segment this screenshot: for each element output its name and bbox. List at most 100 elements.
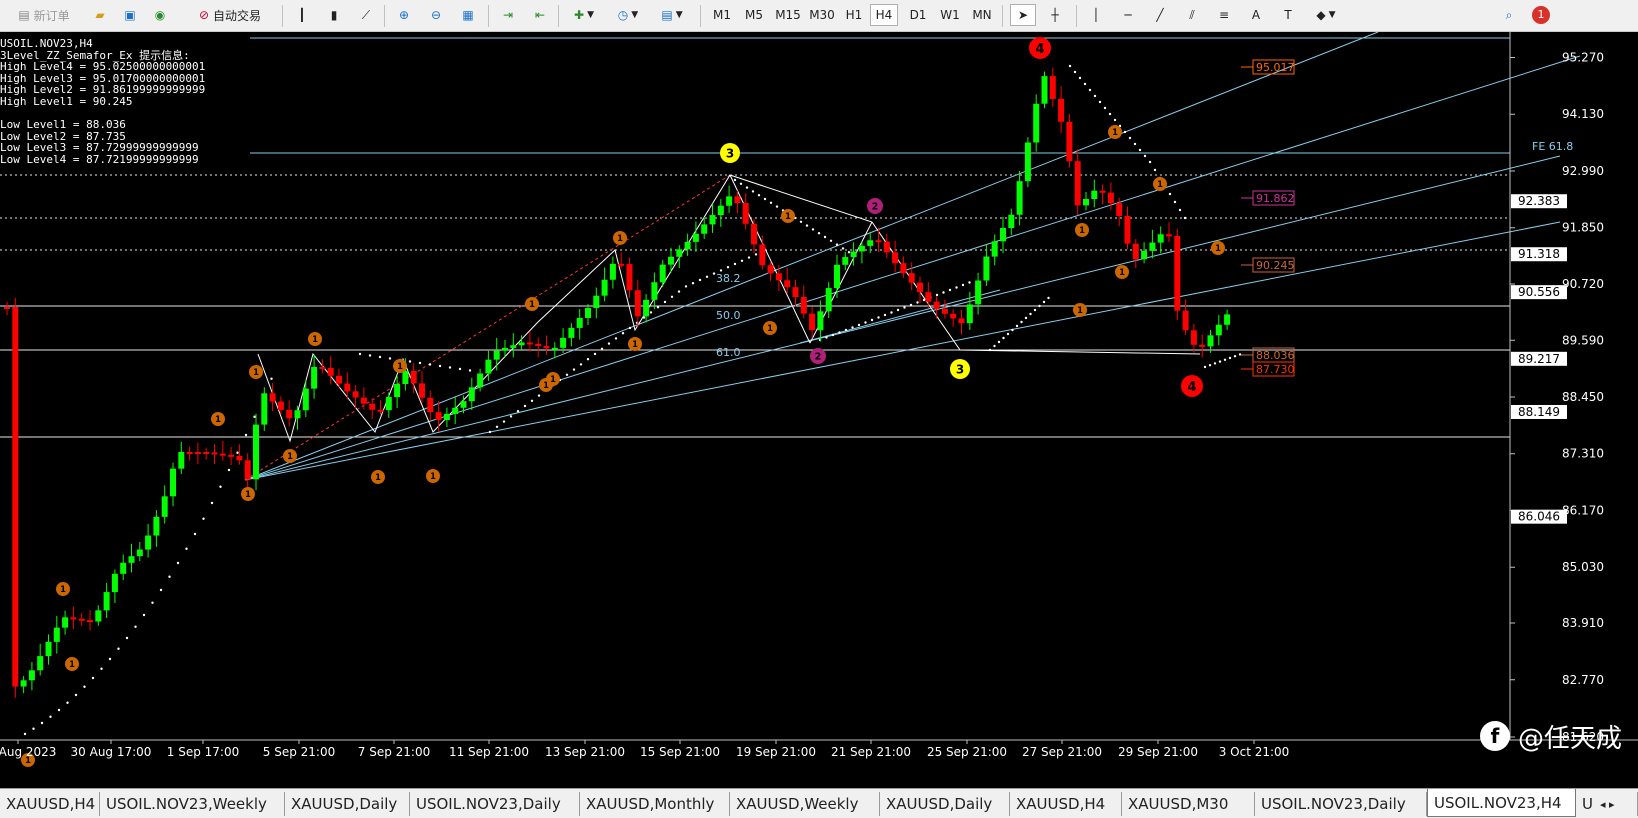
semafor-marker-1: 1 — [375, 472, 381, 482]
chart-shift-icon[interactable]: ⇤ — [528, 4, 552, 26]
chart-tab[interactable]: XAUUSD,Weekly — [730, 792, 880, 816]
signals-icon[interactable]: ◉ — [148, 4, 172, 26]
fib-label: 38.2 — [716, 272, 741, 285]
semafor-marker-1: 1 — [1112, 127, 1118, 137]
time-label: 3 Oct 21:00 — [1219, 745, 1290, 759]
toolbar: ▤ 新订单 ▰ ▣ ◉ ⊘ 自动交易 ┃ ▮ ⟋ ⊕ ⊖ ▦ ⇥ ⇤ ✚ ▼ ◷ ▼ ▤… — [0, 0, 1638, 32]
timeframe-mn[interactable]: MN — [968, 4, 996, 26]
chart-tab[interactable]: USOIL.NOV23,Daily — [1255, 792, 1427, 816]
horizontal-line-icon[interactable]: ─ — [1116, 4, 1140, 26]
autoscroll-icon[interactable]: ⇥ — [496, 4, 520, 26]
price-highlight: 89.217 — [1518, 352, 1560, 366]
semafor-marker-2: 2 — [815, 352, 822, 363]
high-level-1: High Level1 = 90.245 — [0, 94, 133, 108]
templates-dropdown[interactable]: ▤ ▼ — [654, 4, 690, 26]
indicators-dropdown[interactable]: ✚ ▼ — [566, 4, 602, 26]
line-chart-icon[interactable]: ⟋ — [354, 4, 378, 26]
price-highlight: 92.383 — [1518, 194, 1560, 208]
text-icon[interactable]: A — [1244, 4, 1268, 26]
time-label: 30 Aug 17:00 — [71, 745, 152, 759]
chart-tab[interactable]: USOIL.NOV23,H4 — [1427, 789, 1576, 817]
tab-scroll-arrows-icon[interactable]: ◂ ▸ — [1594, 792, 1638, 816]
zoom-out-icon[interactable]: ⊖ — [424, 4, 448, 26]
semafor-marker-3: 3 — [956, 363, 964, 377]
trendlines — [244, 32, 1581, 481]
level-box: 90.245 — [1256, 259, 1295, 272]
cursor-icon[interactable]: ➤ — [1010, 4, 1036, 26]
periods-dropdown[interactable]: ◷ ▼ — [610, 4, 646, 26]
semafor-marker-1: 1 — [550, 374, 556, 384]
tile-windows-icon[interactable]: ▦ — [456, 4, 480, 26]
price-label: 95.270 — [1562, 51, 1604, 65]
timeframe-m30[interactable]: M30 — [806, 4, 838, 26]
vertical-line-icon[interactable]: │ — [1084, 4, 1108, 26]
price-label: 87.310 — [1562, 447, 1604, 461]
fe-label: FE 61.8 — [1532, 140, 1573, 153]
crosshair-icon[interactable]: ┼ — [1042, 4, 1068, 26]
price-chart[interactable]: 111111111111111111111111223344 38.250.06… — [0, 32, 1638, 788]
watermark-logo-icon: f — [1480, 721, 1510, 751]
semafor-marker-1: 1 — [312, 334, 318, 344]
new-order-icon: ▤ — [18, 8, 30, 22]
timeframe-w1[interactable]: W1 — [936, 4, 964, 26]
time-label: 1 Sep 17:00 — [167, 745, 239, 759]
price-highlight: 86.046 — [1518, 510, 1560, 524]
zoom-in-icon[interactable]: ⊕ — [392, 4, 416, 26]
equidistant-channel-icon[interactable]: ⫽ — [1180, 4, 1204, 26]
search-icon[interactable]: ⌕ — [1496, 4, 1522, 26]
candlestick-icon[interactable]: ▮ — [322, 4, 346, 26]
timeframe-h1[interactable]: H1 — [840, 4, 868, 26]
timeframe-h4[interactable]: H4 — [870, 4, 898, 26]
timeframe-d1[interactable]: D1 — [904, 4, 932, 26]
timeframe-m15[interactable]: M15 — [772, 4, 804, 26]
chart-tab[interactable]: XAUUSD,Monthly — [580, 792, 730, 816]
chart-tab[interactable]: XAUUSD,M30 — [1122, 792, 1255, 816]
price-label: 86.170 — [1562, 503, 1604, 517]
time-label: 11 Sep 21:00 — [449, 745, 529, 759]
timeframe-m1[interactable]: M1 — [708, 4, 736, 26]
level-box: 87.730 — [1256, 363, 1295, 376]
price-axis: 95.270 94.130 92.990 91.850 90.720 89.590 88.4… — [1510, 51, 1604, 788]
semafor-marker-1: 1 — [287, 451, 293, 461]
time-label: 13 Sep 21:00 — [545, 745, 625, 759]
watermark-text: @任天成 — [1518, 723, 1623, 754]
semafor-marker-1: 1 — [1077, 305, 1083, 315]
timeframe-m5[interactable]: M5 — [740, 4, 768, 26]
semafor-marker-1: 1 — [767, 323, 773, 333]
shapes-dropdown[interactable]: ◆ ▼ — [1308, 4, 1344, 26]
text-label-icon[interactable]: T — [1276, 4, 1300, 26]
new-order-button[interactable]: ▤ 新订单 — [8, 4, 80, 26]
semafor-marker-3: 3 — [726, 147, 734, 161]
trendline-icon[interactable]: ╱ — [1148, 4, 1172, 26]
semafor-marker-1: 1 — [1215, 243, 1221, 253]
chart-tab[interactable]: USOIL.NOV23,Weekly — [100, 792, 285, 816]
market-watch-icon[interactable]: ▣ — [118, 4, 142, 26]
notification-icon[interactable]: 1 — [1528, 4, 1554, 26]
fibonacci-icon[interactable]: ≡ — [1212, 4, 1236, 26]
price-label: 89.590 — [1562, 333, 1604, 347]
semafor-marker-1: 1 — [60, 584, 66, 594]
semafor-marker-1: 1 — [785, 211, 791, 221]
semafor-marker-1: 1 — [215, 414, 221, 424]
time-label: 7 Sep 21:00 — [358, 745, 430, 759]
chart-tab[interactable]: USOIL.NOV23,Daily — [410, 792, 580, 816]
zigzag-lines — [257, 174, 1201, 443]
time-label: 27 Sep 21:00 — [1022, 745, 1102, 759]
chart-tab[interactable]: XAUUSD,Daily — [285, 792, 410, 816]
autotrade-button[interactable]: ⊘ 自动交易 — [184, 4, 276, 26]
semafor-marker-1: 1 — [617, 233, 623, 243]
level-box: 91.862 — [1256, 192, 1295, 205]
semafor-marker-1: 1 — [632, 339, 638, 349]
chart-tab[interactable]: XAUUSD,H4 — [1010, 792, 1122, 816]
time-label: 19 Sep 21:00 — [736, 745, 816, 759]
chart-tab[interactable]: XAUUSD,H4 — [0, 792, 100, 816]
chart-tab[interactable]: XAUUSD,Daily — [880, 792, 1010, 816]
time-label: 21 Sep 21:00 — [831, 745, 911, 759]
price-highlight: 88.149 — [1518, 405, 1560, 419]
chart-tabs: XAUUSD,H4 USOIL.NOV23,Weekly XAUUSD,Daily U… — [0, 788, 1638, 818]
gold-bars-icon[interactable]: ▰ — [88, 4, 112, 26]
bar-chart-icon[interactable]: ┃ — [290, 4, 314, 26]
level-box: 88.036 — [1256, 349, 1295, 362]
semafor-marker-1: 1 — [69, 659, 75, 669]
price-label: 94.130 — [1562, 107, 1604, 121]
